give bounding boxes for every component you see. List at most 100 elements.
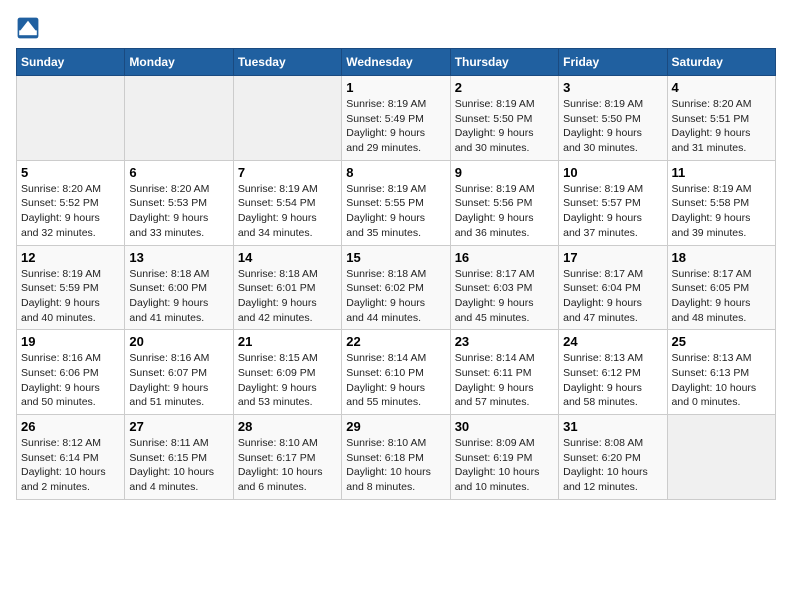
- day-number: 31: [563, 419, 662, 434]
- week-row-1: 1Sunrise: 8:19 AM Sunset: 5:49 PM Daylig…: [17, 76, 776, 161]
- day-number: 22: [346, 334, 445, 349]
- day-info: Sunrise: 8:09 AM Sunset: 6:19 PM Dayligh…: [455, 436, 554, 495]
- calendar-cell: [17, 76, 125, 161]
- day-number: 2: [455, 80, 554, 95]
- calendar-table: SundayMondayTuesdayWednesdayThursdayFrid…: [16, 48, 776, 500]
- calendar-cell: 23 Sunrise: 8:14 AM Sunset: 6:11 PM Dayli…: [450, 330, 558, 415]
- day-info: Sunrise: 8:13 AM Sunset: 6:13 PM Dayligh…: [672, 351, 771, 410]
- calendar-cell: 10Sunrise: 8:19 AM Sunset: 5:57 PM Dayli…: [559, 160, 667, 245]
- calendar-cell: 19 Sunrise: 8:16 AM Sunset: 6:06 PM Dayli…: [17, 330, 125, 415]
- day-info: Sunrise: 8:13 AM Sunset: 6:12 PM Dayligh…: [563, 351, 662, 410]
- calendar-cell: 6 Sunrise: 8:20 AM Sunset: 5:53 PM Daylig…: [125, 160, 233, 245]
- calendar-cell: 26 Sunrise: 8:12 AM Sunset: 6:14 PM Dayli…: [17, 415, 125, 500]
- day-number: 9: [455, 165, 554, 180]
- day-number: 15: [346, 250, 445, 265]
- day-number: 12: [21, 250, 120, 265]
- calendar-cell: 16Sunrise: 8:17 AM Sunset: 6:03 PM Dayli…: [450, 245, 558, 330]
- day-number: 14: [238, 250, 337, 265]
- header-monday: Monday: [125, 49, 233, 76]
- day-number: 3: [563, 80, 662, 95]
- day-info: Sunrise: 8:19 AM Sunset: 5:50 PM Dayligh…: [455, 97, 554, 156]
- header-row: SundayMondayTuesdayWednesdayThursdayFrid…: [17, 49, 776, 76]
- day-number: 21: [238, 334, 337, 349]
- calendar-cell: 2 Sunrise: 8:19 AM Sunset: 5:50 PM Daylig…: [450, 76, 558, 161]
- calendar-cell: 31 Sunrise: 8:08 AM Sunset: 6:20 PM Dayli…: [559, 415, 667, 500]
- calendar-cell: 15 Sunrise: 8:18 AM Sunset: 6:02 PM Dayli…: [342, 245, 450, 330]
- calendar-cell: 25Sunrise: 8:13 AM Sunset: 6:13 PM Dayli…: [667, 330, 775, 415]
- day-number: 5: [21, 165, 120, 180]
- day-info: Sunrise: 8:18 AM Sunset: 6:00 PM Dayligh…: [129, 267, 228, 326]
- day-info: Sunrise: 8:20 AM Sunset: 5:53 PM Dayligh…: [129, 182, 228, 241]
- day-number: 13: [129, 250, 228, 265]
- header-friday: Friday: [559, 49, 667, 76]
- calendar-cell: 7 Sunrise: 8:19 AM Sunset: 5:54 PM Daylig…: [233, 160, 341, 245]
- day-info: Sunrise: 8:19 AM Sunset: 5:56 PM Dayligh…: [455, 182, 554, 241]
- calendar-cell: [125, 76, 233, 161]
- header-tuesday: Tuesday: [233, 49, 341, 76]
- header-wednesday: Wednesday: [342, 49, 450, 76]
- day-info: Sunrise: 8:18 AM Sunset: 6:02 PM Dayligh…: [346, 267, 445, 326]
- week-row-3: 12 Sunrise: 8:19 AM Sunset: 5:59 PM Dayli…: [17, 245, 776, 330]
- day-info: Sunrise: 8:17 AM Sunset: 6:04 PM Dayligh…: [563, 267, 662, 326]
- day-info: Sunrise: 8:11 AM Sunset: 6:15 PM Dayligh…: [129, 436, 228, 495]
- day-number: 6: [129, 165, 228, 180]
- calendar-cell: 13 Sunrise: 8:18 AM Sunset: 6:00 PM Dayli…: [125, 245, 233, 330]
- calendar-cell: 1Sunrise: 8:19 AM Sunset: 5:49 PM Daylig…: [342, 76, 450, 161]
- day-info: Sunrise: 8:19 AM Sunset: 5:54 PM Dayligh…: [238, 182, 337, 241]
- day-info: Sunrise: 8:19 AM Sunset: 5:55 PM Dayligh…: [346, 182, 445, 241]
- calendar-cell: 27 Sunrise: 8:11 AM Sunset: 6:15 PM Dayli…: [125, 415, 233, 500]
- calendar-cell: 5 Sunrise: 8:20 AM Sunset: 5:52 PM Daylig…: [17, 160, 125, 245]
- logo: [16, 16, 44, 40]
- day-info: Sunrise: 8:19 AM Sunset: 5:49 PM Dayligh…: [346, 97, 445, 156]
- day-number: 29: [346, 419, 445, 434]
- day-number: 23: [455, 334, 554, 349]
- day-info: Sunrise: 8:12 AM Sunset: 6:14 PM Dayligh…: [21, 436, 120, 495]
- day-number: 20: [129, 334, 228, 349]
- page-header: [16, 16, 776, 40]
- calendar-cell: 3 Sunrise: 8:19 AM Sunset: 5:50 PM Daylig…: [559, 76, 667, 161]
- day-info: Sunrise: 8:08 AM Sunset: 6:20 PM Dayligh…: [563, 436, 662, 495]
- day-info: Sunrise: 8:14 AM Sunset: 6:11 PM Dayligh…: [455, 351, 554, 410]
- day-info: Sunrise: 8:17 AM Sunset: 6:05 PM Dayligh…: [672, 267, 771, 326]
- day-number: 8: [346, 165, 445, 180]
- day-info: Sunrise: 8:19 AM Sunset: 5:58 PM Dayligh…: [672, 182, 771, 241]
- calendar-cell: [667, 415, 775, 500]
- calendar-cell: 14 Sunrise: 8:18 AM Sunset: 6:01 PM Dayli…: [233, 245, 341, 330]
- day-info: Sunrise: 8:19 AM Sunset: 5:50 PM Dayligh…: [563, 97, 662, 156]
- calendar-cell: 29 Sunrise: 8:10 AM Sunset: 6:18 PM Dayli…: [342, 415, 450, 500]
- calendar-header: SundayMondayTuesdayWednesdayThursdayFrid…: [17, 49, 776, 76]
- calendar-cell: 4Sunrise: 8:20 AM Sunset: 5:51 PM Daylig…: [667, 76, 775, 161]
- day-number: 18: [672, 250, 771, 265]
- logo-icon: [16, 16, 40, 40]
- calendar-cell: 18 Sunrise: 8:17 AM Sunset: 6:05 PM Dayli…: [667, 245, 775, 330]
- week-row-2: 5 Sunrise: 8:20 AM Sunset: 5:52 PM Daylig…: [17, 160, 776, 245]
- day-info: Sunrise: 8:16 AM Sunset: 6:06 PM Dayligh…: [21, 351, 120, 410]
- day-number: 28: [238, 419, 337, 434]
- calendar-cell: 24 Sunrise: 8:13 AM Sunset: 6:12 PM Dayli…: [559, 330, 667, 415]
- day-info: Sunrise: 8:16 AM Sunset: 6:07 PM Dayligh…: [129, 351, 228, 410]
- day-number: 16: [455, 250, 554, 265]
- day-number: 27: [129, 419, 228, 434]
- week-row-5: 26 Sunrise: 8:12 AM Sunset: 6:14 PM Dayli…: [17, 415, 776, 500]
- day-number: 30: [455, 419, 554, 434]
- day-number: 7: [238, 165, 337, 180]
- calendar-cell: [233, 76, 341, 161]
- calendar-cell: 30 Sunrise: 8:09 AM Sunset: 6:19 PM Dayli…: [450, 415, 558, 500]
- day-info: Sunrise: 8:19 AM Sunset: 5:59 PM Dayligh…: [21, 267, 120, 326]
- calendar-cell: 11 Sunrise: 8:19 AM Sunset: 5:58 PM Dayli…: [667, 160, 775, 245]
- day-number: 4: [672, 80, 771, 95]
- day-number: 24: [563, 334, 662, 349]
- day-info: Sunrise: 8:15 AM Sunset: 6:09 PM Dayligh…: [238, 351, 337, 410]
- calendar-body: 1Sunrise: 8:19 AM Sunset: 5:49 PM Daylig…: [17, 76, 776, 500]
- calendar-cell: 8 Sunrise: 8:19 AM Sunset: 5:55 PM Daylig…: [342, 160, 450, 245]
- day-number: 26: [21, 419, 120, 434]
- day-info: Sunrise: 8:14 AM Sunset: 6:10 PM Dayligh…: [346, 351, 445, 410]
- calendar-cell: 12 Sunrise: 8:19 AM Sunset: 5:59 PM Dayli…: [17, 245, 125, 330]
- day-info: Sunrise: 8:18 AM Sunset: 6:01 PM Dayligh…: [238, 267, 337, 326]
- day-number: 11: [672, 165, 771, 180]
- calendar-cell: 22 Sunrise: 8:14 AM Sunset: 6:10 PM Dayli…: [342, 330, 450, 415]
- day-info: Sunrise: 8:20 AM Sunset: 5:52 PM Dayligh…: [21, 182, 120, 241]
- day-number: 19: [21, 334, 120, 349]
- day-info: Sunrise: 8:10 AM Sunset: 6:18 PM Dayligh…: [346, 436, 445, 495]
- calendar-cell: 17Sunrise: 8:17 AM Sunset: 6:04 PM Dayli…: [559, 245, 667, 330]
